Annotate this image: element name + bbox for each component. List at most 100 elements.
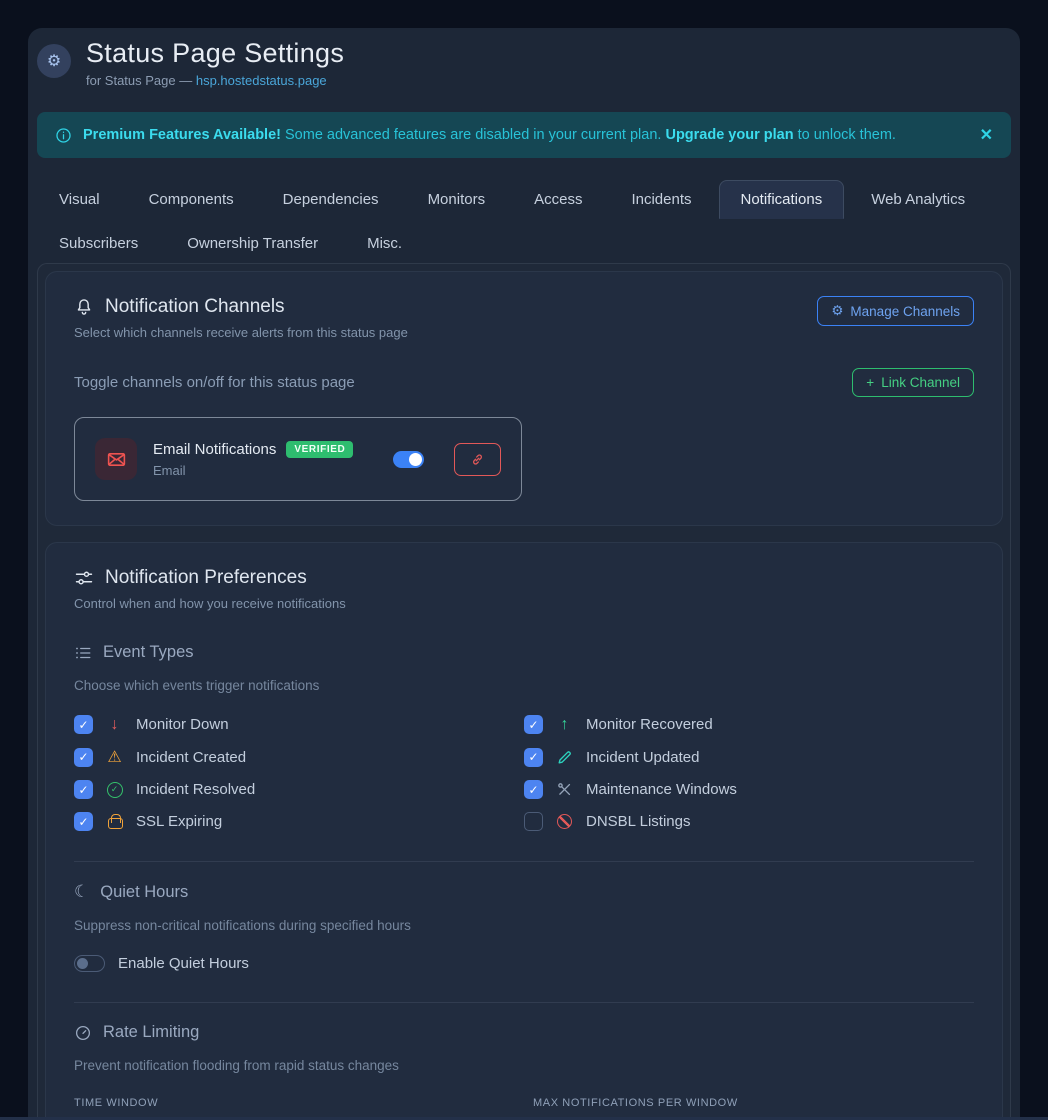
premium-banner: Premium Features Available! Some advance… (37, 112, 1011, 158)
event-types-grid: ✓ ↓ Monitor Down ✓ ↑ Monitor Recovered ✓ ⚠ Incid… (74, 715, 974, 831)
notification-channels-card: Notification Channels Select which chann… (45, 271, 1003, 526)
checkbox-checked[interactable]: ✓ (74, 812, 93, 831)
bell-icon (74, 297, 94, 317)
quiet-hours-hint: Suppress non-critical notifications duri… (74, 918, 974, 933)
moon-icon: ☾ (74, 882, 89, 902)
checkbox-checked[interactable]: ✓ (74, 748, 93, 767)
preferences-section-subtitle: Control when and how you receive notific… (74, 596, 974, 611)
preferences-section-title-row: Notification Preferences (74, 567, 974, 589)
tab-components[interactable]: Components (127, 180, 256, 219)
chain-link-icon (470, 452, 485, 467)
plus-icon: + (866, 375, 874, 390)
arrow-up-icon: ↑ (555, 716, 574, 734)
link-channel-button[interactable]: + Link Channel (852, 368, 974, 397)
premium-banner-mid: Some advanced features are disabled in y… (281, 127, 665, 143)
email-channel-toggle[interactable] (393, 451, 424, 468)
quiet-hours-toggle[interactable] (74, 955, 105, 972)
arrow-down-icon: ↓ (105, 716, 124, 734)
rate-limiting-title: Rate Limiting (103, 1023, 199, 1042)
channel-type: Email (153, 463, 377, 478)
event-type-label: SSL Expiring (136, 813, 222, 830)
time-window-label: TIME WINDOW (74, 1097, 515, 1109)
event-type-label: Maintenance Windows (586, 781, 737, 798)
tools-icon (555, 781, 574, 798)
tab-dependencies[interactable]: Dependencies (261, 180, 401, 219)
upgrade-plan-link[interactable]: Upgrade your plan (665, 127, 793, 143)
channels-section-subtitle: Select which channels receive alerts fro… (74, 325, 408, 340)
tab-web-analytics[interactable]: Web Analytics (849, 180, 987, 219)
event-types-section: Event Types Choose which events trigger … (74, 643, 974, 831)
quiet-hours-section: ☾ Quiet Hours Suppress non-critical noti… (74, 882, 974, 972)
premium-banner-end: to unlock them. (794, 127, 896, 143)
tab-incidents[interactable]: Incidents (609, 180, 713, 219)
quiet-hours-toggle-label: Enable Quiet Hours (118, 955, 249, 972)
quiet-hours-title-row: ☾ Quiet Hours (74, 882, 974, 902)
event-type-row[interactable]: ✓ ↑ Monitor Recovered (524, 715, 974, 734)
checkbox-checked[interactable]: ✓ (74, 715, 93, 734)
email-channel-tile (95, 438, 137, 480)
close-icon[interactable]: ✕ (980, 125, 993, 145)
event-type-row[interactable]: ✓ SSL Expiring (74, 812, 524, 831)
tab-ownership-transfer[interactable]: Ownership Transfer (165, 224, 340, 263)
event-type-row[interactable]: ✓ ⚠ Incident Created (74, 747, 524, 767)
page-subtitle: for Status Page — hsp.hostedstatus.page (86, 73, 344, 88)
toggle-channels-hint: Toggle channels on/off for this status p… (74, 374, 355, 391)
sliders-icon (74, 568, 94, 588)
event-type-row[interactable]: ✓✓Incident Resolved (74, 780, 524, 799)
settings-gear-badge: ⚙ (37, 44, 71, 78)
email-channel-card: Email Notifications VERIFIED Email (74, 417, 522, 501)
prohibited-icon (555, 814, 574, 829)
notifications-panel: Notification Channels Select which chann… (37, 263, 1011, 1120)
manage-channels-button[interactable]: ⚙ Manage Channels (817, 296, 974, 326)
tab-subscribers[interactable]: Subscribers (37, 224, 160, 263)
channel-name: Email Notifications (153, 441, 276, 458)
tab-bar: VisualComponentsDependenciesMonitorsAcce… (37, 180, 1011, 263)
event-types-hint: Choose which events trigger notification… (74, 678, 974, 693)
event-type-row[interactable]: ✓Incident Updated (524, 747, 974, 767)
subtitle-prefix: for Status Page — (86, 73, 196, 88)
section-divider (74, 1002, 974, 1003)
page-header: ⚙ Status Page Settings for Status Page —… (33, 38, 1015, 88)
checkbox-checked[interactable]: ✓ (524, 780, 543, 799)
tab-misc[interactable]: Misc. (345, 224, 424, 263)
checkbox-checked[interactable]: ✓ (524, 715, 543, 734)
event-types-title: Event Types (103, 643, 194, 662)
preferences-section-title: Notification Preferences (105, 567, 307, 589)
settings-window: ⚙ Status Page Settings for Status Page —… (28, 28, 1020, 1120)
channels-section-title: Notification Channels (105, 296, 285, 318)
checkbox-checked[interactable]: ✓ (74, 780, 93, 799)
info-icon (55, 127, 72, 144)
event-type-row[interactable]: ✓ ↓ Monitor Down (74, 715, 524, 734)
channels-section-title-row: Notification Channels (74, 296, 408, 318)
gear-icon: ⚙ (831, 303, 843, 319)
gauge-icon (74, 1024, 92, 1042)
section-divider (74, 861, 974, 862)
event-types-title-row: Event Types (74, 643, 974, 662)
notification-preferences-card: Notification Preferences Control when an… (45, 542, 1003, 1120)
channel-link-button[interactable] (454, 443, 501, 476)
premium-banner-text: Premium Features Available! Some advance… (83, 127, 896, 143)
checkbox-unchecked[interactable] (524, 812, 543, 831)
rate-limiting-hint: Prevent notification flooding from rapid… (74, 1058, 974, 1073)
premium-banner-title: Premium Features Available! (83, 127, 281, 143)
list-icon (74, 644, 92, 662)
gear-icon: ⚙ (47, 51, 61, 71)
tab-visual[interactable]: Visual (37, 180, 122, 219)
tab-notifications[interactable]: Notifications (719, 180, 845, 219)
envelope-icon (106, 449, 127, 470)
checkbox-checked[interactable]: ✓ (524, 748, 543, 767)
link-channel-label: Link Channel (881, 375, 960, 390)
event-type-label: DNSBL Listings (586, 813, 691, 830)
pencil-icon (555, 749, 574, 766)
rate-limiting-title-row: Rate Limiting (74, 1023, 974, 1042)
event-type-label: Incident Created (136, 749, 246, 766)
tab-monitors[interactable]: Monitors (406, 180, 508, 219)
status-page-link[interactable]: hsp.hostedstatus.page (196, 73, 327, 88)
tab-access[interactable]: Access (512, 180, 604, 219)
max-notifications-label: MAX NOTIFICATIONS PER WINDOW (533, 1097, 974, 1109)
event-type-row[interactable]: ✓ Maintenance Windows (524, 780, 974, 799)
event-type-label: Monitor Recovered (586, 716, 713, 733)
event-type-label: Monitor Down (136, 716, 229, 733)
warning-icon: ⚠ (105, 747, 124, 767)
event-type-row[interactable]: DNSBL Listings (524, 812, 974, 831)
